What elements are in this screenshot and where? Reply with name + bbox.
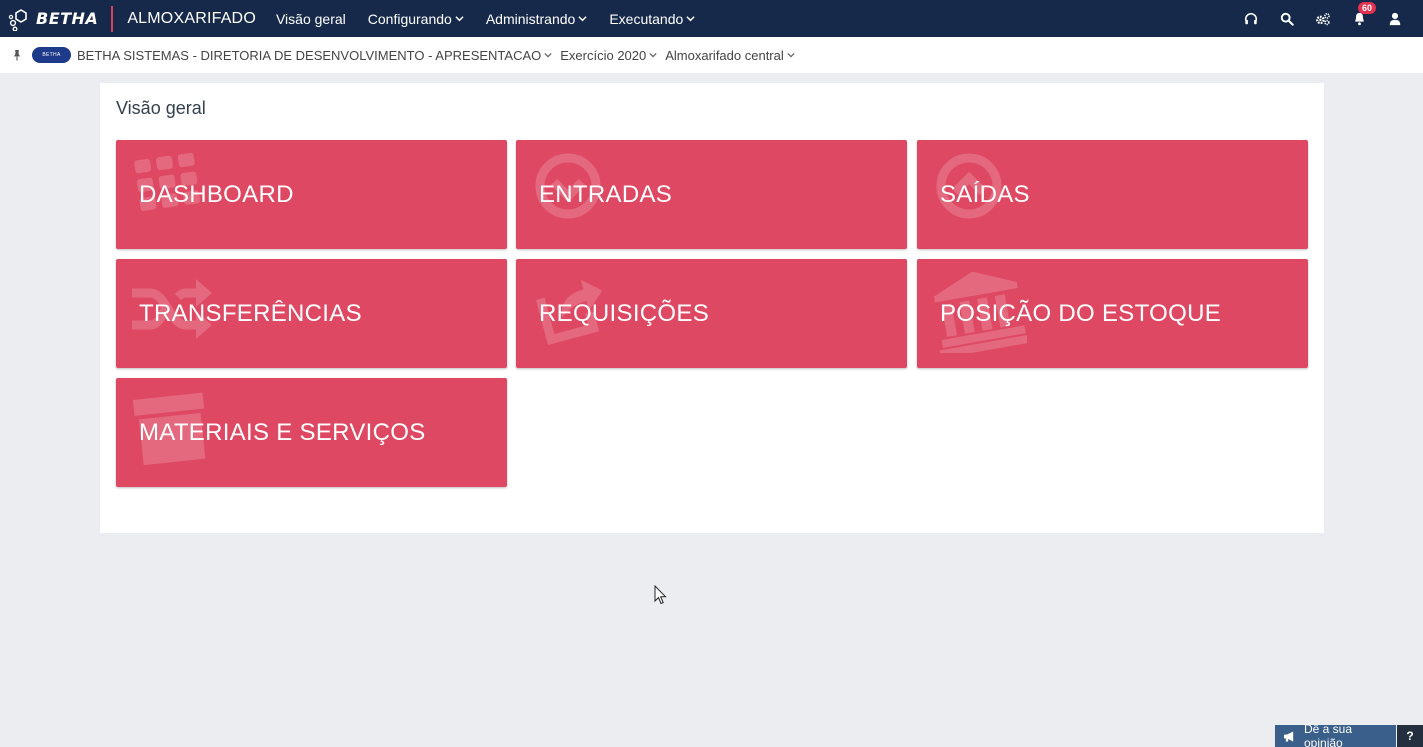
mouse-cursor-icon bbox=[654, 585, 667, 605]
brand-name: BETHA bbox=[36, 9, 99, 28]
nav-label: Administrando bbox=[485, 10, 576, 27]
tile-label: TRANSFERÊNCIAS bbox=[139, 299, 362, 327]
overview-panel: Visão geral DASHBOARD ENTRADAS SAÍDAS TR… bbox=[100, 83, 1324, 533]
chevron-down-icon bbox=[649, 52, 657, 58]
hexagon-logo-icon bbox=[8, 8, 27, 31]
tile-label: POSIÇÃO DO ESTOQUE bbox=[940, 299, 1222, 327]
support-button[interactable] bbox=[1233, 12, 1269, 26]
tile-saidas[interactable]: SAÍDAS bbox=[917, 140, 1308, 249]
nav-label: Configurando bbox=[367, 10, 452, 27]
user-icon bbox=[1389, 12, 1401, 25]
cogs-icon bbox=[1316, 12, 1330, 25]
chevron-down-icon bbox=[787, 52, 795, 58]
pin-button[interactable] bbox=[12, 49, 22, 61]
topbar-actions: 60 bbox=[1233, 0, 1423, 37]
feedback-button[interactable]: Dê a sua opinião bbox=[1275, 722, 1396, 747]
context-bar: BETHA BETHA SISTEMAS - DIRETORIA DE DESE… bbox=[0, 37, 1423, 73]
tile-transferencias[interactable]: TRANSFERÊNCIAS bbox=[116, 259, 507, 368]
settings-button[interactable] bbox=[1305, 12, 1341, 26]
nav-configurando[interactable]: Configurando bbox=[368, 11, 464, 27]
tile-requisicoes[interactable]: REQUISIÇÕES bbox=[516, 259, 907, 368]
page-title: Visão geral bbox=[116, 98, 206, 118]
nav-label: Visão geral bbox=[275, 10, 346, 27]
exercise-selector[interactable]: Exercício 2020 bbox=[560, 48, 657, 63]
feedback-widget: Dê a sua opinião ? bbox=[1275, 722, 1423, 747]
tile-label: DASHBOARD bbox=[139, 180, 294, 208]
chevron-down-icon bbox=[686, 16, 695, 22]
notification-badge: 60 bbox=[1358, 1, 1377, 14]
entity-logo: BETHA bbox=[32, 47, 71, 63]
search-button[interactable] bbox=[1269, 12, 1305, 26]
exercise-label: Exercício 2020 bbox=[560, 47, 647, 63]
nav-visao-geral[interactable]: Visão geral bbox=[276, 11, 346, 27]
top-navbar: BETHA ALMOXARIFADO Visão geral Configura… bbox=[0, 0, 1423, 37]
tile-label: ENTRADAS bbox=[539, 180, 673, 208]
user-menu-button[interactable] bbox=[1377, 12, 1413, 26]
help-button[interactable]: ? bbox=[1397, 725, 1423, 747]
nav-executando[interactable]: Executando bbox=[609, 11, 695, 27]
nav-label: Executando bbox=[609, 10, 684, 27]
bell-icon bbox=[1354, 12, 1364, 25]
megaphone-icon bbox=[1283, 730, 1296, 742]
chevron-down-icon bbox=[544, 52, 552, 58]
tile-label: REQUISIÇÕES bbox=[539, 299, 709, 327]
warehouse-label: Almoxarifado central bbox=[665, 47, 784, 63]
brand-logo[interactable]: BETHA bbox=[0, 0, 98, 37]
search-icon bbox=[1280, 12, 1294, 26]
entity-logo-text: BETHA bbox=[42, 52, 61, 58]
chevron-down-icon bbox=[578, 16, 587, 22]
app-name[interactable]: ALMOXARIFADO bbox=[127, 10, 256, 28]
brand-separator bbox=[111, 5, 114, 32]
tile-dashboard[interactable]: DASHBOARD bbox=[116, 140, 507, 249]
entity-name: BETHA SISTEMAS - DIRETORIA DE DESENVOLVI… bbox=[77, 47, 542, 63]
tile-materiais-servicos[interactable]: MATERIAIS E SERVIÇOS bbox=[116, 378, 507, 487]
headset-icon bbox=[1244, 12, 1258, 24]
warehouse-selector[interactable]: Almoxarifado central bbox=[665, 48, 795, 63]
tile-entradas[interactable]: ENTRADAS bbox=[516, 140, 907, 249]
notifications-button[interactable]: 60 bbox=[1341, 1, 1377, 26]
tile-label: MATERIAIS E SERVIÇOS bbox=[139, 418, 426, 446]
tile-posicao-estoque[interactable]: POSIÇÃO DO ESTOQUE bbox=[917, 259, 1308, 368]
entity-selector[interactable]: BETHA SISTEMAS - DIRETORIA DE DESENVOLVI… bbox=[77, 48, 552, 63]
chevron-down-icon bbox=[455, 16, 464, 22]
tile-label: SAÍDAS bbox=[940, 180, 1030, 208]
pin-icon bbox=[13, 49, 21, 61]
nav-administrando[interactable]: Administrando bbox=[486, 11, 588, 27]
help-label: ? bbox=[1406, 729, 1414, 743]
feedback-label: Dê a sua opinião bbox=[1304, 722, 1353, 747]
